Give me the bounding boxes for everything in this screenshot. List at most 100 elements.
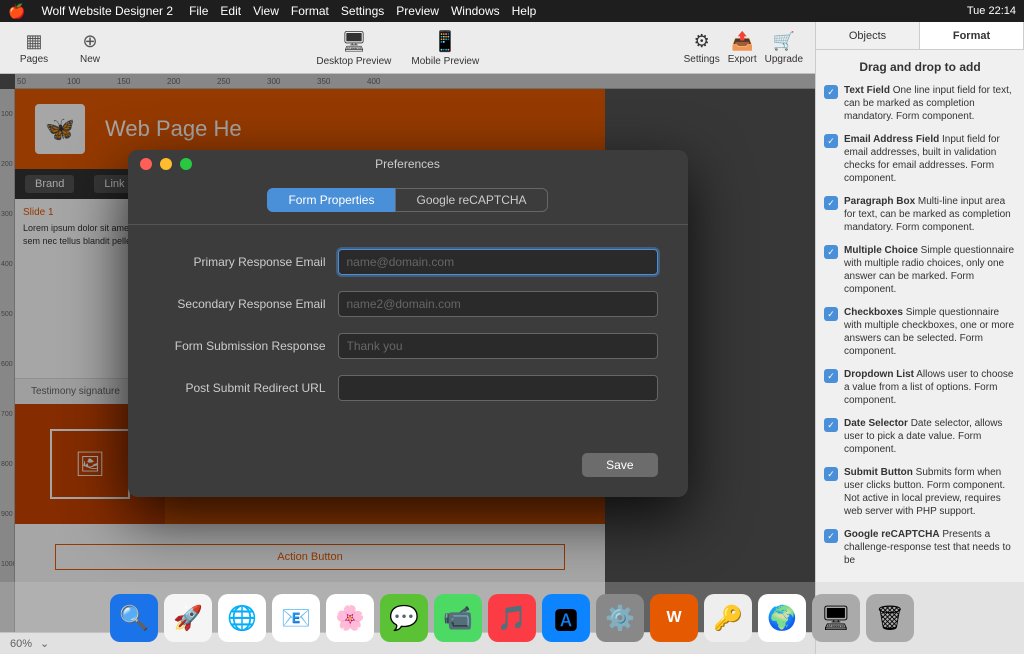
tab-form-properties[interactable]: Form Properties bbox=[267, 188, 395, 212]
menu-bar-right: Tue 22:14 bbox=[967, 5, 1016, 17]
checkbox-date-selector[interactable] bbox=[824, 418, 838, 432]
checkbox-recaptcha[interactable] bbox=[824, 529, 838, 543]
right-panel-tabs: Objects Format bbox=[816, 22, 1024, 50]
component-text-field[interactable]: Text Field One line input field for text… bbox=[824, 84, 1016, 123]
settings-label: Settings bbox=[684, 54, 720, 65]
dock-wolf[interactable]: W bbox=[650, 594, 698, 642]
checkbox-submit-button[interactable] bbox=[824, 467, 838, 481]
component-date-selector[interactable]: Date Selector Date selector, allows user… bbox=[824, 417, 1016, 456]
checkbox-multiple-choice[interactable] bbox=[824, 245, 838, 259]
menu-settings[interactable]: Settings bbox=[341, 4, 384, 18]
menu-format[interactable]: Format bbox=[291, 4, 329, 18]
export-icon: 📤 bbox=[731, 31, 753, 52]
dialog-title-bar: Preferences bbox=[128, 150, 688, 178]
component-email-field[interactable]: Email Address Field Input field for emai… bbox=[824, 133, 1016, 185]
component-multiple-choice[interactable]: Multiple Choice Simple questionnaire wit… bbox=[824, 244, 1016, 296]
new-label: New bbox=[80, 54, 100, 65]
maximize-button[interactable] bbox=[180, 158, 192, 170]
component-email-field-desc: Email Address Field Input field for emai… bbox=[844, 133, 1016, 185]
component-submit-button-desc: Submit Button Submits form when user cli… bbox=[844, 466, 1016, 518]
menu-items: File Edit View Format Settings Preview W… bbox=[189, 4, 536, 18]
checkbox-text-field[interactable] bbox=[824, 85, 838, 99]
component-paragraph[interactable]: Paragraph Box Multi-line input area for … bbox=[824, 195, 1016, 234]
menu-bar: 🍎 Wolf Website Designer 2 File Edit View… bbox=[0, 0, 1024, 22]
tab-objects[interactable]: Objects bbox=[816, 22, 920, 49]
desktop-preview-button[interactable]: 🖥 Desktop Preview bbox=[316, 29, 391, 67]
new-button[interactable]: ⊕ New bbox=[68, 28, 112, 68]
dock-appstore[interactable]: 🅰 bbox=[542, 594, 590, 642]
mobile-preview-label: Mobile Preview bbox=[411, 56, 479, 67]
pages-button[interactable]: ▦ Pages bbox=[12, 28, 56, 68]
menu-view[interactable]: View bbox=[253, 4, 279, 18]
redirect-url-input[interactable] bbox=[338, 375, 658, 401]
checkbox-paragraph[interactable] bbox=[824, 196, 838, 210]
export-label: Export bbox=[728, 54, 757, 65]
mobile-icon: 📱 bbox=[433, 29, 458, 54]
component-checkboxes[interactable]: Checkboxes Simple questionnaire with mul… bbox=[824, 306, 1016, 358]
dock-facetime[interactable]: 📹 bbox=[434, 594, 482, 642]
close-button[interactable] bbox=[140, 158, 152, 170]
mobile-preview-button[interactable]: 📱 Mobile Preview bbox=[411, 29, 479, 67]
primary-email-input[interactable] bbox=[338, 249, 658, 275]
redirect-url-field: Post Submit Redirect URL bbox=[158, 375, 658, 401]
menu-help[interactable]: Help bbox=[512, 4, 537, 18]
dock-keychain[interactable]: 🔑 bbox=[704, 594, 752, 642]
dock-music[interactable]: 🎵 bbox=[488, 594, 536, 642]
preferences-dialog: Preferences Form Properties Google reCAP… bbox=[128, 150, 688, 497]
dock-finder[interactable]: 🔍 bbox=[110, 594, 158, 642]
primary-email-field: Primary Response Email bbox=[158, 249, 658, 275]
dock-mail[interactable]: 📧 bbox=[272, 594, 320, 642]
tab-google-recaptcha[interactable]: Google reCAPTCHA bbox=[395, 188, 547, 212]
toolbar-center: 🖥 Desktop Preview 📱 Mobile Preview bbox=[316, 29, 479, 67]
toolbar-right: ⚙ Settings 📤 Export 🛒 Upgrade bbox=[684, 31, 803, 65]
component-recaptcha[interactable]: Google reCAPTCHA Presents a challenge-re… bbox=[824, 528, 1016, 567]
dialog-overlay: Preferences Form Properties Google reCAP… bbox=[0, 74, 815, 632]
dock-launchpad[interactable]: 🚀 bbox=[164, 594, 212, 642]
apple-menu[interactable]: 🍎 bbox=[8, 3, 25, 20]
dock-chrome[interactable]: 🌍 bbox=[758, 594, 806, 642]
dock-trash[interactable]: 🗑 bbox=[866, 594, 914, 642]
dock-photos[interactable]: 🌸 bbox=[326, 594, 374, 642]
dialog-title: Preferences bbox=[375, 157, 440, 171]
menu-preview[interactable]: Preview bbox=[396, 4, 439, 18]
component-date-selector-desc: Date Selector Date selector, allows user… bbox=[844, 417, 1016, 456]
secondary-email-label: Secondary Response Email bbox=[158, 297, 338, 311]
export-button[interactable]: 📤 Export bbox=[728, 31, 757, 65]
redirect-url-label: Post Submit Redirect URL bbox=[158, 381, 338, 395]
clock: Tue 22:14 bbox=[967, 5, 1016, 17]
right-panel: Objects Format Drag and drop to add Text… bbox=[815, 22, 1024, 654]
primary-email-label: Primary Response Email bbox=[158, 255, 338, 269]
component-dropdown[interactable]: Dropdown List Allows user to choose a va… bbox=[824, 368, 1016, 407]
secondary-email-input[interactable] bbox=[338, 291, 658, 317]
component-paragraph-desc: Paragraph Box Multi-line input area for … bbox=[844, 195, 1016, 234]
app-name: Wolf Website Designer 2 bbox=[41, 4, 173, 18]
component-submit-button[interactable]: Submit Button Submits form when user cli… bbox=[824, 466, 1016, 518]
dock-messages[interactable]: 💬 bbox=[380, 594, 428, 642]
save-button[interactable]: Save bbox=[582, 453, 657, 477]
checkbox-dropdown[interactable] bbox=[824, 369, 838, 383]
menu-file[interactable]: File bbox=[189, 4, 208, 18]
component-multiple-choice-desc: Multiple Choice Simple questionnaire wit… bbox=[844, 244, 1016, 296]
dock-system-prefs[interactable]: ⚙️ bbox=[596, 594, 644, 642]
toolbar: ▦ Pages ⊕ New 🖥 Desktop Preview 📱 Mobile… bbox=[0, 22, 815, 74]
dialog-body: Primary Response Email Secondary Respons… bbox=[128, 225, 688, 441]
checkbox-checkboxes[interactable] bbox=[824, 307, 838, 321]
checkbox-email-field[interactable] bbox=[824, 134, 838, 148]
dock-safari[interactable]: 🌐 bbox=[218, 594, 266, 642]
component-dropdown-desc: Dropdown List Allows user to choose a va… bbox=[844, 368, 1016, 407]
form-submission-field: Form Submission Response bbox=[158, 333, 658, 359]
tab-format[interactable]: Format bbox=[920, 22, 1024, 49]
minimize-button[interactable] bbox=[160, 158, 172, 170]
upgrade-button[interactable]: 🛒 Upgrade bbox=[765, 31, 803, 65]
upgrade-icon: 🛒 bbox=[773, 31, 795, 52]
component-recaptcha-desc: Google reCAPTCHA Presents a challenge-re… bbox=[844, 528, 1016, 567]
drag-drop-label: Drag and drop to add bbox=[824, 60, 1016, 74]
menu-edit[interactable]: Edit bbox=[220, 4, 241, 18]
menu-windows[interactable]: Windows bbox=[451, 4, 500, 18]
dialog-tabs: Form Properties Google reCAPTCHA bbox=[128, 178, 688, 225]
dock-storage[interactable]: 🖥 bbox=[812, 594, 860, 642]
pages-label: Pages bbox=[20, 54, 48, 65]
settings-button[interactable]: ⚙ Settings bbox=[684, 31, 720, 65]
upgrade-label: Upgrade bbox=[765, 54, 803, 65]
form-submission-input[interactable] bbox=[338, 333, 658, 359]
